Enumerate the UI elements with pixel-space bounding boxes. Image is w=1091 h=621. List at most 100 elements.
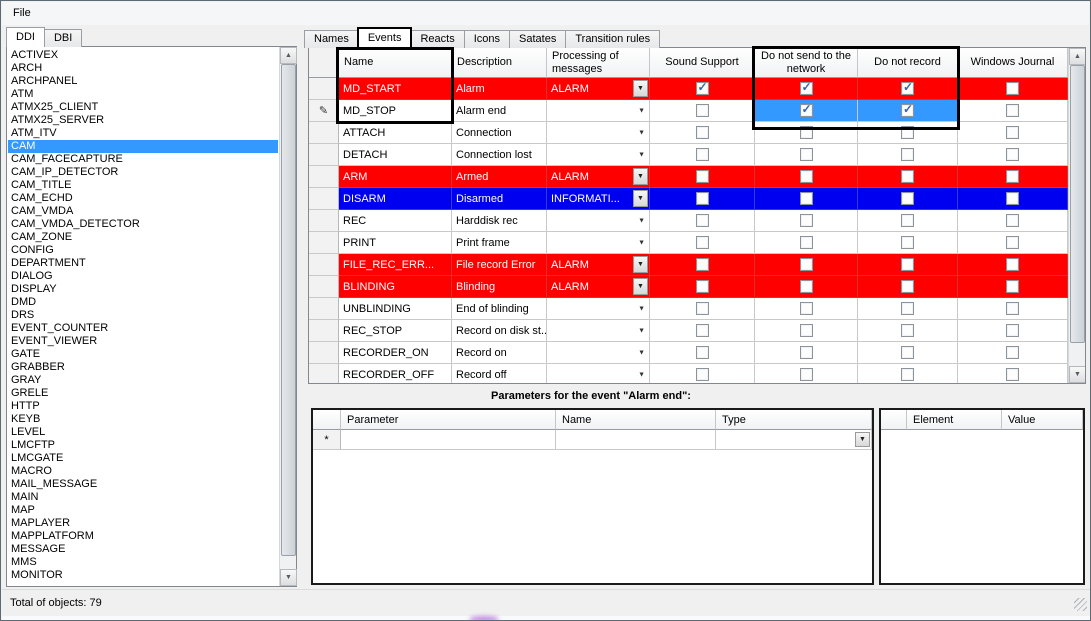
event-row-attach[interactable]: ATTACHConnection▼: [309, 122, 1085, 144]
event-name-cell[interactable]: UNBLINDING: [339, 298, 452, 320]
checkbox-icon[interactable]: [800, 192, 813, 205]
event-row-disarm[interactable]: DISARMDisarmedINFORMATI...▼: [309, 188, 1085, 210]
event-name-cell[interactable]: MD_START: [339, 78, 452, 100]
do-not-record-cell[interactable]: [858, 232, 958, 254]
checkbox-icon[interactable]: [1006, 214, 1019, 227]
dropdown-arrow-icon[interactable]: ▼: [633, 80, 648, 97]
list-item-cam-title[interactable]: CAM_TITLE: [8, 179, 278, 192]
list-item-maplayer[interactable]: MAPLAYER: [8, 517, 278, 530]
checkbox-icon[interactable]: [696, 280, 709, 293]
checkbox-icon[interactable]: [696, 368, 709, 381]
sound-support-cell[interactable]: [650, 342, 755, 364]
dropdown-arrow-icon[interactable]: ▼: [633, 168, 648, 185]
dropdown-arrow-icon[interactable]: ▼: [638, 107, 645, 114]
checkbox-icon[interactable]: [696, 126, 709, 139]
do-not-record-cell[interactable]: [858, 320, 958, 342]
checkbox-icon[interactable]: [696, 346, 709, 359]
do-not-send-cell[interactable]: [755, 232, 858, 254]
list-item-atmx25-client[interactable]: ATMX25_CLIENT: [8, 101, 278, 114]
checkbox-icon[interactable]: [696, 214, 709, 227]
checkbox-icon[interactable]: [1006, 302, 1019, 315]
checkbox-icon[interactable]: [696, 236, 709, 249]
dropdown-arrow-icon[interactable]: ▼: [633, 256, 648, 273]
checkbox-icon[interactable]: [901, 148, 914, 161]
sound-support-cell[interactable]: [650, 276, 755, 298]
checkbox-icon[interactable]: [901, 280, 914, 293]
resize-grip[interactable]: [1074, 598, 1087, 611]
event-description-cell[interactable]: Harddisk rec: [452, 210, 547, 232]
do-not-record-cell[interactable]: [858, 298, 958, 320]
event-row-rec[interactable]: RECHarddisk rec▼: [309, 210, 1085, 232]
dropdown-arrow-icon[interactable]: ▼: [638, 217, 645, 224]
event-processing-cell[interactable]: ▼: [547, 342, 650, 364]
checkbox-icon[interactable]: [800, 148, 813, 161]
do-not-send-cell[interactable]: [755, 144, 858, 166]
checkbox-icon[interactable]: [901, 368, 914, 381]
checkbox-icon[interactable]: [800, 346, 813, 359]
tab-dbi[interactable]: DBI: [44, 29, 82, 47]
row-header-cell[interactable]: [309, 364, 339, 384]
tab-reacts[interactable]: Reacts: [410, 30, 464, 48]
row-header-cell[interactable]: [309, 188, 339, 210]
event-name-cell[interactable]: RECORDER_ON: [339, 342, 452, 364]
do-not-send-cell[interactable]: [755, 254, 858, 276]
list-item-http[interactable]: HTTP: [8, 400, 278, 413]
list-item-drs[interactable]: DRS: [8, 309, 278, 322]
event-processing-cell[interactable]: ▼: [547, 364, 650, 384]
do-not-record-cell[interactable]: [858, 100, 958, 122]
checkbox-icon[interactable]: [901, 104, 914, 117]
checkbox-icon[interactable]: [901, 258, 914, 271]
do-not-record-cell[interactable]: [858, 254, 958, 276]
sound-support-cell[interactable]: [650, 364, 755, 384]
event-description-cell[interactable]: Record on disk st...: [452, 320, 547, 342]
scroll-down-icon[interactable]: ▼: [1069, 366, 1086, 383]
checkbox-icon[interactable]: [800, 126, 813, 139]
scroll-up-icon[interactable]: ▲: [1069, 48, 1086, 65]
windows-journal-cell[interactable]: [958, 342, 1068, 364]
scroll-down-icon[interactable]: ▼: [280, 569, 297, 586]
list-scrollbar[interactable]: ▲ ▼: [279, 47, 296, 586]
sound-support-cell[interactable]: [650, 320, 755, 342]
checkbox-icon[interactable]: [696, 148, 709, 161]
event-row-md-stop[interactable]: ✎MD_STOPAlarm end▼: [309, 100, 1085, 122]
list-item-dialog[interactable]: DIALOG: [8, 270, 278, 283]
list-item-display[interactable]: DISPLAY: [8, 283, 278, 296]
event-description-cell[interactable]: Connection lost: [452, 144, 547, 166]
do-not-send-cell[interactable]: [755, 78, 858, 100]
checkbox-icon[interactable]: [901, 302, 914, 315]
list-item-atm-itv[interactable]: ATM_ITV: [8, 127, 278, 140]
do-not-record-cell[interactable]: [858, 342, 958, 364]
list-item-arch[interactable]: ARCH: [8, 62, 278, 75]
checkbox-icon[interactable]: [901, 214, 914, 227]
do-not-record-cell[interactable]: [858, 276, 958, 298]
checkbox-icon[interactable]: [696, 324, 709, 337]
list-item-keyb[interactable]: KEYB: [8, 413, 278, 426]
do-not-send-cell[interactable]: [755, 320, 858, 342]
event-name-cell[interactable]: ARM: [339, 166, 452, 188]
list-item-department[interactable]: DEPARTMENT: [8, 257, 278, 270]
dropdown-arrow-icon[interactable]: ▼: [638, 305, 645, 312]
grid-corner-cell[interactable]: [309, 48, 339, 78]
row-header-cell[interactable]: [309, 232, 339, 254]
windows-journal-cell[interactable]: [958, 364, 1068, 384]
do-not-send-cell[interactable]: [755, 364, 858, 384]
list-item-cam-vmda-detector[interactable]: CAM_VMDA_DETECTOR: [8, 218, 278, 231]
param-type-input[interactable]: ▼: [716, 430, 872, 450]
event-processing-cell[interactable]: ALARM▼: [547, 166, 650, 188]
event-name-cell[interactable]: MD_STOP: [339, 100, 452, 122]
sound-support-cell[interactable]: [650, 232, 755, 254]
event-processing-cell[interactable]: INFORMATI...▼: [547, 188, 650, 210]
windows-journal-cell[interactable]: [958, 100, 1068, 122]
row-header-cell[interactable]: [309, 166, 339, 188]
row-header-cell[interactable]: [309, 122, 339, 144]
list-item-macro[interactable]: MACRO: [8, 465, 278, 478]
dropdown-arrow-icon[interactable]: ▼: [638, 129, 645, 136]
checkbox-icon[interactable]: [1006, 170, 1019, 183]
event-processing-cell[interactable]: ▼: [547, 320, 650, 342]
sound-support-cell[interactable]: [650, 210, 755, 232]
windows-journal-cell[interactable]: [958, 144, 1068, 166]
checkbox-icon[interactable]: [901, 346, 914, 359]
checkbox-icon[interactable]: [1006, 346, 1019, 359]
list-item-level[interactable]: LEVEL: [8, 426, 278, 439]
event-description-cell[interactable]: Record on: [452, 342, 547, 364]
